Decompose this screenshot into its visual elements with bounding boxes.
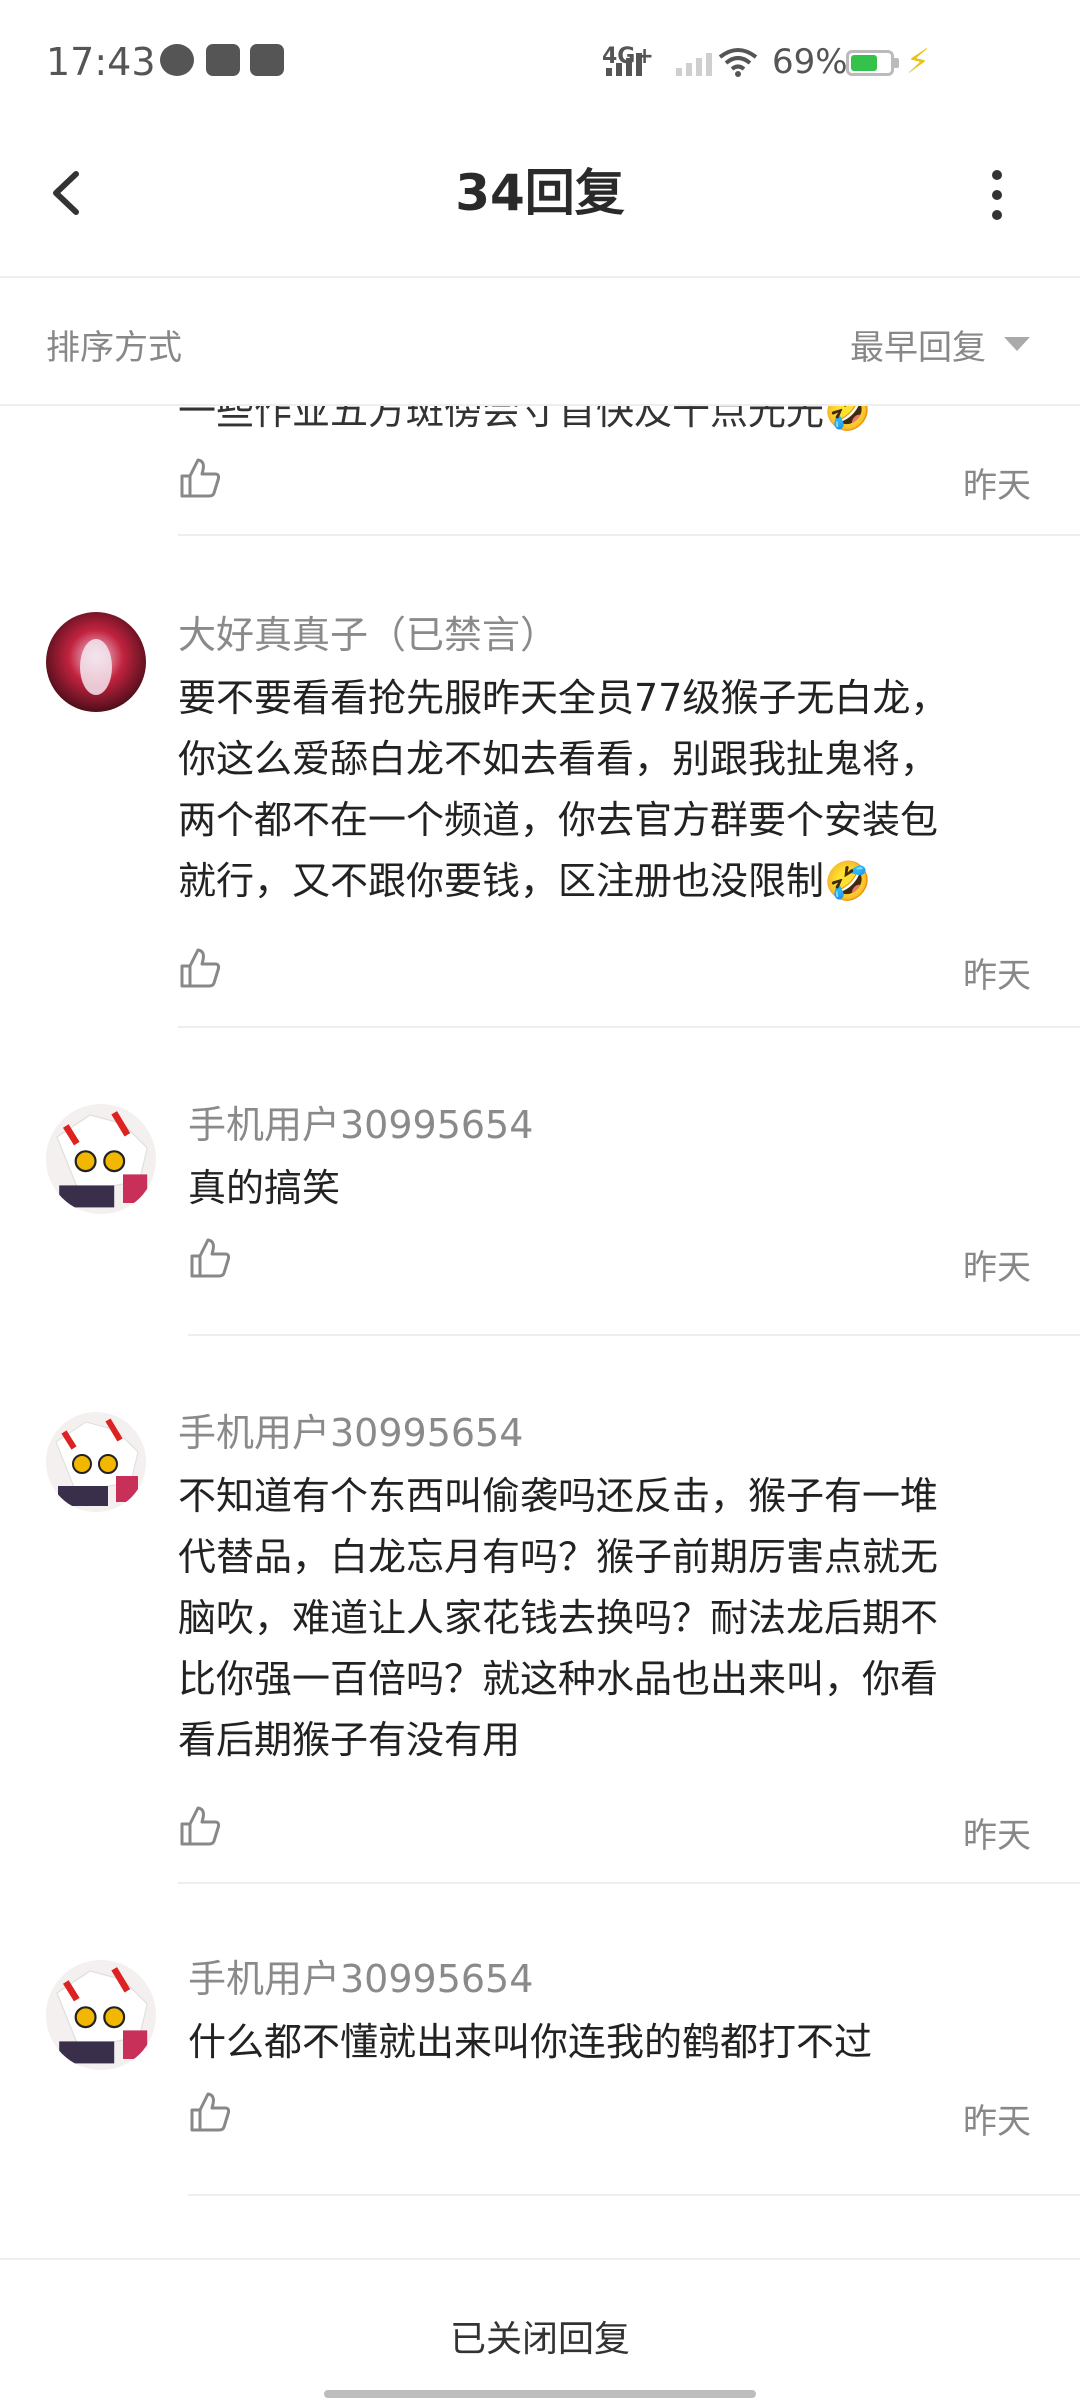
avatar[interactable] bbox=[46, 1960, 156, 2070]
baidu-icon bbox=[250, 44, 284, 76]
reply-text: 不知道有个东西叫偷袭吗还反击，猴子有一堆 代替品，白龙忘月有吗？猴子前期厉害点就… bbox=[178, 1474, 939, 1762]
sort-dropdown[interactable]: 最早回复 bbox=[850, 320, 986, 369]
reply-divider bbox=[178, 1882, 1080, 1884]
thumbs-up-icon[interactable] bbox=[178, 946, 222, 990]
header-divider bbox=[0, 276, 1080, 278]
taobao-icon bbox=[206, 44, 240, 76]
chevron-down-icon[interactable] bbox=[1004, 337, 1030, 351]
reply-date: 昨天 bbox=[963, 466, 1031, 506]
home-indicator[interactable] bbox=[324, 2390, 756, 2398]
reply-text: 什么都不懂就出来叫你连我的鹤都打不过 bbox=[188, 2020, 873, 2064]
sort-label: 排序方式 bbox=[46, 328, 182, 368]
thumbs-up-icon[interactable] bbox=[188, 1236, 232, 1280]
avatar[interactable] bbox=[46, 1104, 156, 1214]
thumbs-up-icon[interactable] bbox=[178, 1804, 222, 1848]
username[interactable]: 手机用户30995654 bbox=[188, 1094, 533, 1149]
reply-divider bbox=[178, 1026, 1080, 1028]
username[interactable]: 手机用户30995654 bbox=[188, 1948, 533, 2003]
status-bar: 17:43 4G+ 69% ⚡ bbox=[0, 0, 1080, 120]
status-time: 17:43 bbox=[46, 40, 156, 84]
more-options-button[interactable] bbox=[990, 170, 1004, 226]
footer-divider bbox=[0, 2258, 1080, 2260]
thumbs-up-icon[interactable] bbox=[178, 456, 222, 500]
reply-date: 昨天 bbox=[963, 956, 1031, 996]
reply-divider bbox=[188, 1334, 1080, 1336]
wifi-icon bbox=[718, 48, 758, 77]
reply-list[interactable]: 一些作业五方斑傍会寸首快及十点光光🤣 昨天 大好真真子（已禁言） 要不要看看抢先… bbox=[0, 406, 1080, 2260]
battery-percent: 69% bbox=[772, 42, 848, 82]
page-title: 34回复 bbox=[455, 164, 625, 222]
partial-comment-text: 一些作业五方斑傍会寸首快及十点光光🤣 bbox=[178, 406, 872, 433]
replies-closed-label: 已关闭回复 bbox=[449, 2319, 630, 2360]
avatar[interactable] bbox=[46, 1412, 146, 1512]
battery-tip bbox=[894, 58, 899, 68]
battery-icon bbox=[846, 50, 894, 76]
signal-icon bbox=[606, 50, 642, 76]
reply-date: 昨天 bbox=[963, 2102, 1031, 2142]
reply-date: 昨天 bbox=[963, 1248, 1031, 1288]
reply-divider bbox=[178, 534, 1080, 536]
signal-secondary-icon bbox=[676, 50, 712, 76]
thumbs-up-icon[interactable] bbox=[188, 2090, 232, 2134]
reply-text: 真的搞笑 bbox=[188, 1166, 341, 1210]
reply-divider bbox=[188, 2194, 1080, 2196]
charging-icon: ⚡ bbox=[906, 42, 930, 82]
username[interactable]: 大好真真子（已禁言） bbox=[178, 604, 558, 659]
username[interactable]: 手机用户30995654 bbox=[178, 1402, 523, 1457]
reply-text: 要不要看看抢先服昨天全员77级猴子无白龙， 你这么爱舔白龙不如去看看，别跟我扯鬼… bbox=[178, 676, 949, 903]
message-icon bbox=[160, 44, 194, 76]
reply-date: 昨天 bbox=[963, 1816, 1031, 1856]
avatar[interactable] bbox=[46, 612, 146, 712]
